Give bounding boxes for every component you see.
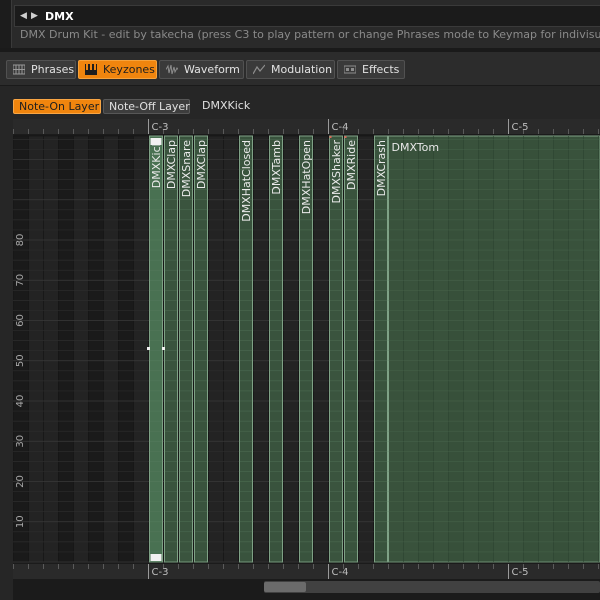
phrases-grid-icon: [13, 64, 25, 75]
instrument-name[interactable]: DMX: [45, 9, 74, 24]
keyzone-label: DMXRide: [345, 140, 358, 190]
instrument-header: ◀ ▶ DMX DMX Drum Kit - edit by takecha (…: [0, 0, 600, 50]
keyzone-label: DMXTom: [392, 141, 440, 154]
velocity-label: 60: [15, 314, 26, 327]
velocity-label: 30: [15, 435, 26, 448]
zone-top-handle[interactable]: [150, 138, 162, 145]
zone-right-handle[interactable]: [162, 347, 165, 350]
instrument-comment: DMX Drum Kit - edit by takecha (press C3…: [20, 28, 600, 41]
tab-waveform[interactable]: Waveform: [159, 60, 244, 79]
velocity-label: 70: [15, 274, 26, 287]
velocity-label: 10: [15, 515, 26, 528]
editor-tab-bar: Phrases Keyzones Waveform Modulation Eff…: [0, 52, 600, 86]
instrument-name-field[interactable]: ◀ ▶ DMX: [14, 5, 600, 27]
keyzone-label: DMXTamb: [270, 140, 283, 195]
octave-label: C-4: [332, 122, 349, 133]
triangle-left-icon[interactable]: ◀: [20, 9, 30, 23]
octave-label: C-4: [332, 567, 349, 578]
waveform-icon: [166, 64, 178, 75]
octave-label: C-5: [512, 567, 529, 578]
zone-left-handle[interactable]: [147, 347, 150, 350]
velocity-label: 20: [15, 475, 26, 488]
octave-label: C-3: [152, 567, 169, 578]
keyzone-label: DMXShaker: [330, 140, 343, 204]
horizontal-scrollbar[interactable]: [264, 581, 600, 593]
keyzone-label: DMXHatClosed: [240, 140, 253, 222]
velocity-label: 40: [15, 395, 26, 408]
velocity-label: 50: [15, 354, 26, 367]
note-off-layer-button[interactable]: Note-Off Layer: [103, 99, 190, 114]
tab-effects[interactable]: Effects: [337, 60, 405, 79]
note-on-layer-button[interactable]: Note-On Layer: [13, 99, 101, 114]
tab-keyzones[interactable]: Keyzones: [78, 60, 157, 79]
modulation-icon: [253, 64, 265, 75]
keyzone-label: DMXCrash: [375, 140, 388, 196]
selected-sample-name: DMXKick: [202, 99, 251, 112]
keyzone-map[interactable]: DMXTom DMXKick DMXClap DMXSnare DMXClap DMXHa…: [13, 119, 600, 600]
effects-icon: [344, 65, 356, 74]
zone-marker: [329, 136, 332, 138]
tab-label: Modulation: [271, 63, 333, 76]
octave-label: C-5: [512, 122, 529, 133]
keyzone-label: DMXClap: [165, 140, 178, 189]
keyzone-editor-window: ◀ ▶ DMX DMX Drum Kit - edit by takecha (…: [0, 0, 600, 600]
keyzone-map-canvas[interactable]: DMXTomDMXKick DMXClap DMXSnare DMXClap DMXHa…: [13, 119, 600, 600]
scrollbar-thumb[interactable]: [264, 582, 306, 592]
zone-bottom-handle[interactable]: [150, 554, 162, 561]
keyzone-label: DMXKick: [150, 139, 163, 188]
zone-marker: [344, 136, 347, 138]
piano-keys-icon: [85, 64, 97, 75]
layer-selector-bar: Note-On Layer Note-Off Layer DMXKick: [0, 87, 600, 117]
keyzone-label: DMXClap: [195, 140, 208, 189]
tab-modulation[interactable]: Modulation: [246, 60, 335, 79]
keyzone-label: DMXHatOpen: [300, 140, 313, 214]
tab-label: Effects: [362, 63, 400, 76]
triangle-right-icon[interactable]: ▶: [31, 9, 41, 23]
tab-label: Phrases: [31, 63, 75, 76]
tab-label: Keyzones: [103, 63, 155, 76]
header-left-strip: [0, 0, 12, 50]
keyzone-label: DMXSnare: [180, 140, 193, 197]
tab-label: Waveform: [184, 63, 240, 76]
velocity-label: 80: [15, 234, 26, 247]
tab-phrases[interactable]: Phrases: [6, 60, 76, 79]
octave-label: C-3: [152, 122, 169, 133]
